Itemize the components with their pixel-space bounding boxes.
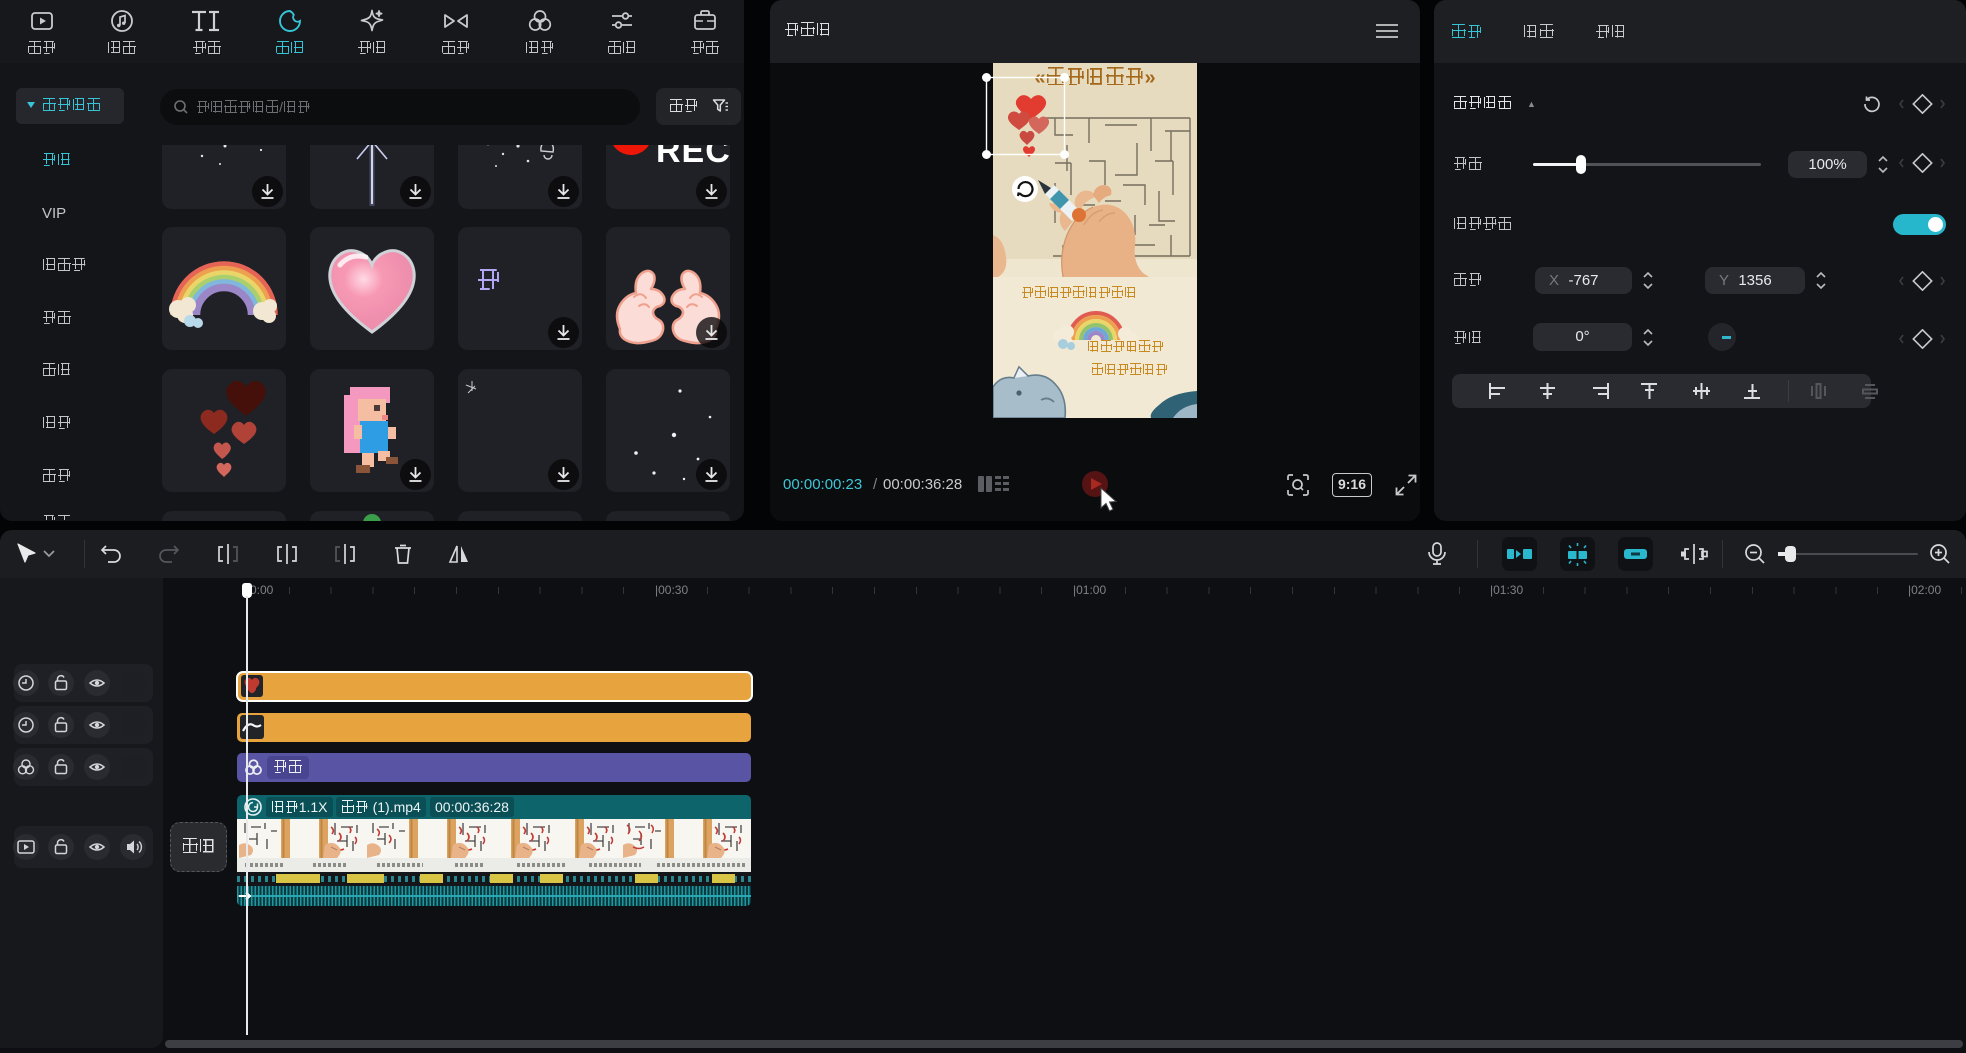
svg-text:REC: REC bbox=[656, 145, 730, 170]
